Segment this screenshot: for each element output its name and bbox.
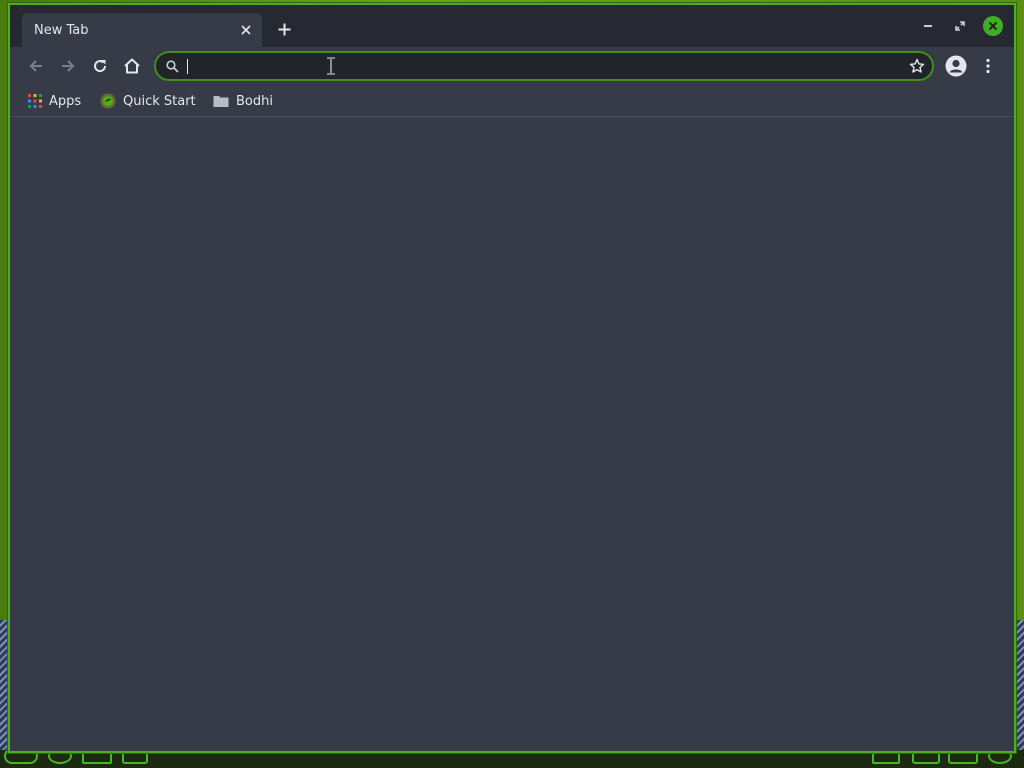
address-bar[interactable] (154, 51, 934, 81)
search-icon (164, 58, 180, 74)
arrow-left-icon (29, 60, 42, 72)
bookmark-quick-start[interactable]: Quick Start (100, 91, 196, 111)
text-cursor-icon (327, 57, 335, 75)
desktop-wallpaper-left (0, 620, 8, 750)
minimize-icon (924, 25, 932, 27)
page-content (10, 117, 1014, 751)
close-icon (241, 25, 251, 35)
bookmark-label: Apps (49, 93, 82, 109)
close-window-button[interactable] (983, 16, 1003, 36)
profile-button[interactable] (944, 54, 968, 78)
reload-button[interactable] (88, 54, 112, 78)
text-caret (187, 59, 188, 74)
plus-icon (278, 23, 290, 35)
maximize-button[interactable] (950, 16, 970, 36)
address-input[interactable] (184, 56, 888, 78)
bookmark-label: Bodhi (236, 93, 273, 109)
account-icon (945, 55, 967, 77)
menu-button[interactable] (976, 54, 1000, 78)
star-icon (909, 58, 925, 73)
back-button[interactable] (24, 54, 48, 78)
reload-icon (94, 60, 107, 73)
bookmark-folder-bodhi[interactable]: Bodhi (213, 91, 273, 111)
folder-icon (213, 96, 229, 107)
tab-title: New Tab (34, 23, 89, 38)
tab-new-tab[interactable]: New Tab (22, 13, 262, 47)
bookmark-apps[interactable]: Apps (28, 91, 81, 111)
minimize-button[interactable] (918, 16, 938, 36)
navigation-toolbar (10, 47, 1014, 85)
new-tab-button[interactable] (273, 18, 295, 40)
forward-button[interactable] (56, 54, 80, 78)
bookmark-label: Quick Start (123, 93, 196, 109)
bodhi-logo-icon (100, 93, 116, 109)
browser-window: New Tab Apps Quick Start Bodhi (8, 3, 1016, 753)
bookmarks-bar: Apps Quick Start Bodhi (10, 85, 1014, 117)
tab-strip: New Tab (10, 5, 1014, 47)
home-icon (124, 58, 140, 74)
maximize-icon (955, 21, 965, 31)
close-icon (988, 21, 998, 31)
apps-grid-icon (28, 94, 42, 108)
arrow-right-icon (62, 60, 75, 72)
home-button[interactable] (120, 54, 144, 78)
more-vert-icon (986, 58, 990, 74)
bookmark-star-button[interactable] (908, 57, 926, 75)
close-tab-button[interactable] (236, 20, 256, 40)
